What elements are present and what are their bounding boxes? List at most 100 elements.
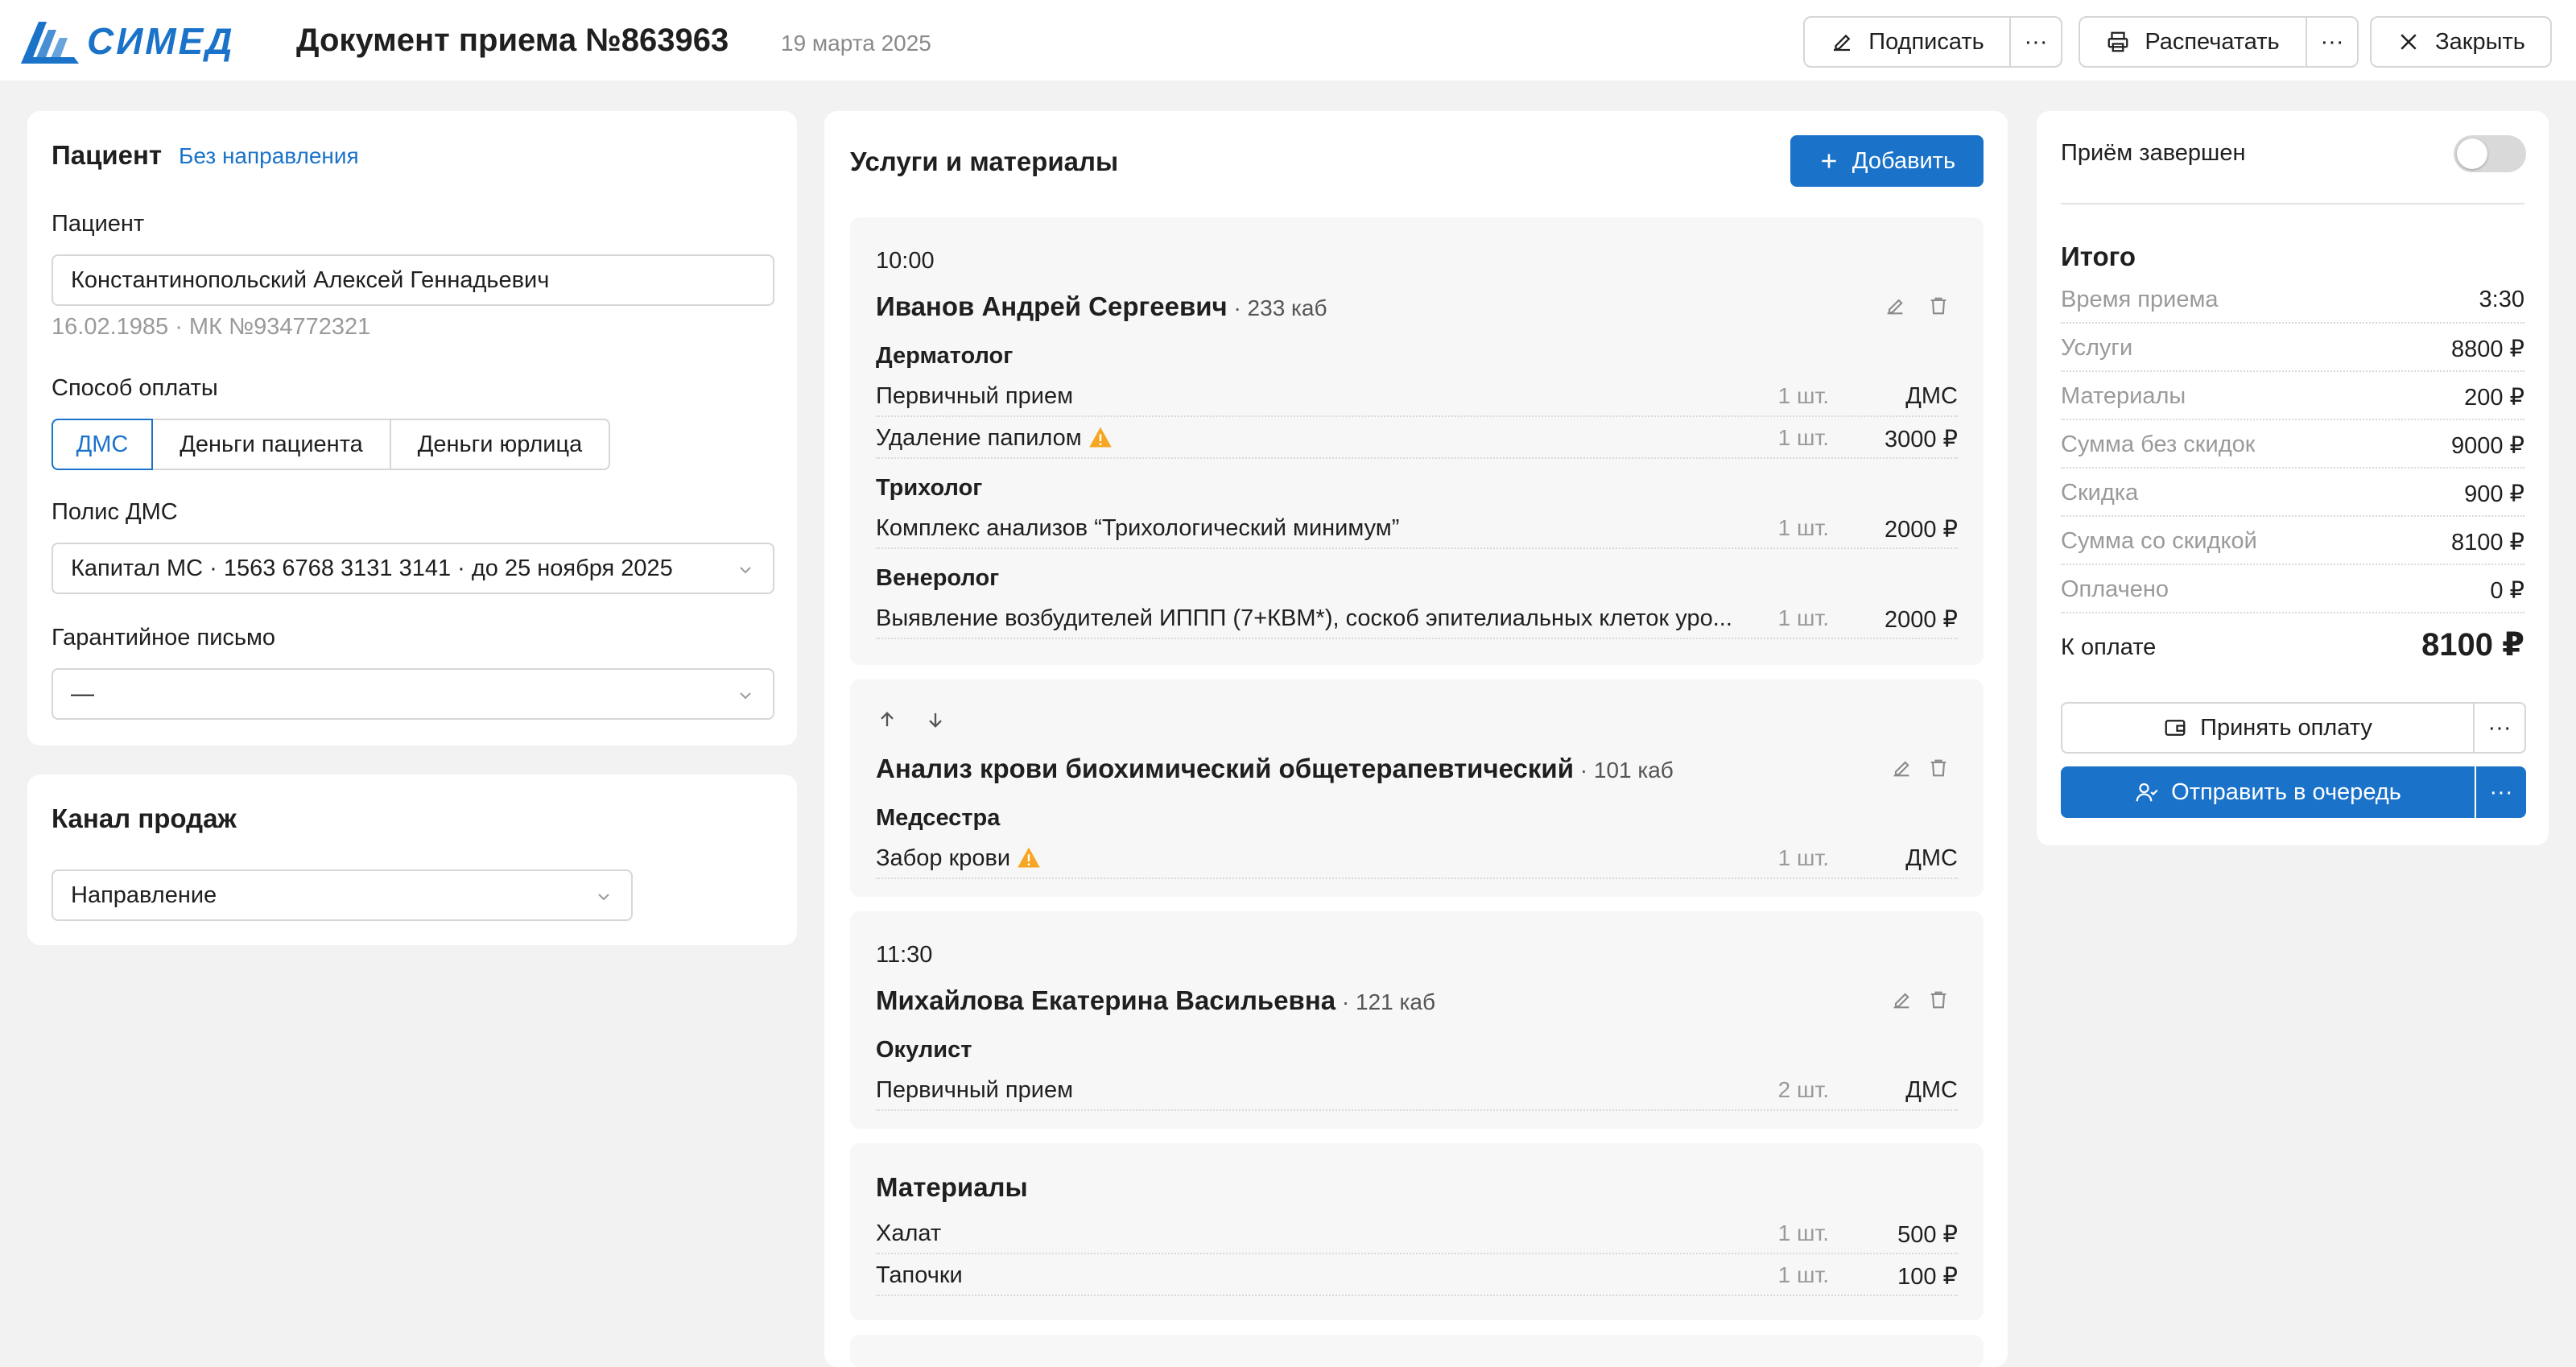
patient-input[interactable]: Константинопольский Алексей Геннадьевич [52,254,774,306]
summary-row: Сумма без скидок 9000 ₽ [2061,423,2524,469]
accept-payment-more-button[interactable]: ··· [2473,702,2526,754]
payment-option-patient-money[interactable]: Деньги пациента [151,419,391,470]
accept-payment-button[interactable]: Принять оплату [2061,702,2475,754]
service-price: ДМС [1905,1077,1958,1103]
service-qty: 1 шт. [1777,605,1829,630]
payment-method-selector: ДМС Деньги пациента Деньги юрлица [52,419,610,470]
summary-value: 0 ₽ [2490,578,2524,604]
sign-button[interactable]: Подписать [1803,16,2011,68]
payment-option-dms[interactable]: ДМС [52,419,153,470]
warning-icon [1088,427,1112,448]
to-pay-value: 8100 ₽ [2421,627,2524,663]
add-service-button[interactable]: Добавить [1790,135,1984,187]
toggle-knob [2457,138,2487,169]
logo[interactable]: СИМЕД [21,18,235,64]
page-title: Документ приема №863963 [296,23,729,58]
summary-key: Оплачено [2061,576,2169,602]
edit-pencil-icon[interactable] [1890,757,1913,779]
service-row[interactable]: Первичный прием 2 шт. ДМС [876,1074,1958,1111]
specialty-label: Венеролог [876,565,1000,591]
sign-more-button[interactable]: ··· [2011,16,2062,68]
policy-label: Полис ДМС [52,499,178,525]
summary-row: Оплачено 0 ₽ [2061,568,2524,613]
service-block: 11:30 Михайлова Екатерина Васильевна · 1… [850,911,1984,1129]
close-button-label: Закрыть [2435,28,2525,55]
service-row[interactable]: Первичный прием 1 шт. ДМС [876,380,1958,417]
doctor-name-text: Иванов Андрей Сергеевич [876,291,1228,321]
chevron-down-icon [740,692,751,700]
chevron-down-icon [598,894,609,901]
sign-button-label: Подписать [1868,28,1984,55]
warning-icon [1018,847,1040,868]
sales-channel-heading: Канал продаж [52,803,237,833]
material-row[interactable]: Халат 1 шт. 500 ₽ [876,1217,1958,1254]
material-price: 100 ₽ [1897,1264,1958,1290]
service-name: Первичный прием [876,383,1074,409]
plus-icon [1822,154,1836,168]
referral-link[interactable]: Без направления [179,143,359,169]
service-name: Комплекс анализов “Трихологический миним… [876,515,1400,541]
doctor-name-text: Михайлова Екатерина Васильевна [876,985,1336,1015]
summary-key: Материалы [2061,383,2186,409]
doctor-name: Иванов Андрей Сергеевич · 233 каб [876,291,1327,322]
add-service-label: Добавить [1852,147,1956,174]
service-name: Выявление возбудителей ИППП (7+КВМ*), со… [876,605,1732,631]
accept-payment-label: Принять оплату [2200,714,2372,741]
trash-icon[interactable] [1927,989,1950,1011]
edit-pencil-icon[interactable] [1890,989,1913,1011]
guarantee-letter-label: Гарантийное письмо [52,625,276,650]
material-row[interactable]: Тапочки 1 шт. 100 ₽ [876,1259,1958,1296]
patient-meta: 16.02.1985 · МК №934772321 [52,314,371,340]
close-icon [2401,34,2417,50]
print-more-button[interactable]: ··· [2307,16,2359,68]
guarantee-letter-select[interactable]: — [52,668,774,720]
print-button[interactable]: Распечатать [2079,16,2307,68]
service-qty: 1 шт. [1777,845,1829,870]
service-title-text: Анализ крови биохимический общетерапевти… [876,754,1574,783]
specialty-label: Трихолог [876,475,983,501]
logo-mark-icon [21,22,79,64]
service-price: 3000 ₽ [1884,427,1958,452]
material-name: Тапочки [876,1262,963,1288]
service-row[interactable]: Забор крови 1 шт. ДМС [876,842,1958,879]
service-qty: 1 шт. [1777,383,1829,408]
people-icon [2136,783,2158,802]
service-qty: 1 шт. [1777,515,1829,540]
policy-select[interactable]: Капитал МС · 1563 6768 3131 3141 · до 25… [52,543,774,594]
patient-card-heading: Пациент [52,140,163,170]
service-block: 10:00 Иванов Андрей Сергеевич · 233 каб … [850,217,1984,665]
summary-value: 9000 ₽ [2450,433,2524,459]
summary-key: Время приема [2061,287,2219,312]
service-title: Анализ крови биохимический общетерапевти… [876,754,1674,784]
summary-row: Услуги 8800 ₽ [2061,327,2524,372]
services-heading: Услуги и материалы [850,147,1119,176]
summary-key: Услуги [2061,335,2133,361]
edit-pencil-icon[interactable] [1884,295,1906,317]
trash-icon[interactable] [1927,757,1950,779]
service-name: Забор крови [876,845,1041,872]
service-row[interactable]: Комплекс анализов “Трихологический миним… [876,512,1958,549]
arrow-up-icon[interactable] [876,708,898,731]
close-button[interactable]: Закрыть [2370,16,2552,68]
materials-heading: Материалы [876,1172,1028,1202]
trash-icon[interactable] [1927,295,1950,317]
print-button-label: Распечатать [2145,28,2280,55]
cabinet-label: · 121 каб [1335,989,1435,1014]
sales-channel-select[interactable]: Направление [52,869,633,921]
send-to-queue-button[interactable]: Отправить в очередь [2061,766,2475,818]
payment-option-company-money[interactable]: Деньги юрлица [390,419,610,470]
document-date: 19 марта 2025 [781,31,931,56]
service-block: Анализ крови биохимический общетерапевти… [850,679,1984,897]
service-row[interactable]: Выявление возбудителей ИППП (7+КВМ*), со… [876,602,1958,639]
service-row[interactable]: Удаление папилом 1 шт. 3000 ₽ [876,422,1958,459]
cabinet-label: · 101 каб [1573,758,1674,783]
service-qty: 1 шт. [1777,425,1829,450]
appointment-completed-toggle[interactable] [2454,135,2526,172]
patient-card: Пациент Без направления Пациент Констант… [27,111,797,745]
service-time: 10:00 [876,248,935,274]
send-to-queue-more-button[interactable]: ··· [2476,766,2526,818]
summary-key: Сумма со скидкой [2061,528,2257,554]
summary-value: 200 ₽ [2464,385,2524,411]
arrow-down-icon[interactable] [924,708,947,731]
service-block-partial [850,1335,1984,1367]
